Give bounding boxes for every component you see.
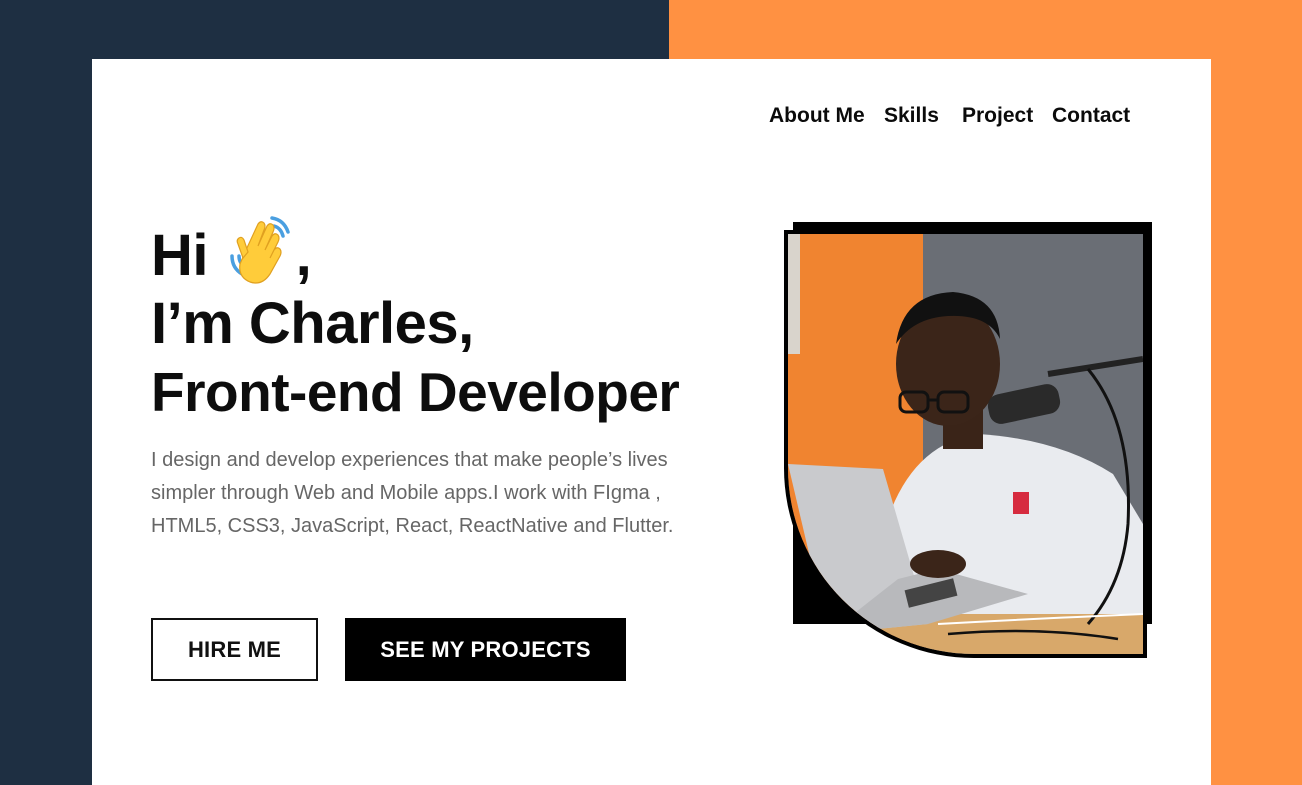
- nav-link-skills[interactable]: Skills: [884, 104, 962, 128]
- hire-me-button[interactable]: HIRE ME: [151, 618, 318, 681]
- nav-link-contact[interactable]: Contact: [1052, 104, 1142, 128]
- role-line: Front-end Developer: [151, 361, 680, 423]
- nav-link-about-me[interactable]: About Me: [769, 104, 884, 128]
- profile-photo: [788, 234, 1143, 654]
- greeting-line: Hi ,: [151, 216, 679, 290]
- top-navigation: About Me Skills Project Contact: [769, 104, 1142, 128]
- waving-hand-icon: [224, 216, 296, 290]
- greeting-comma: ,: [295, 223, 312, 288]
- greeting-text: Hi: [151, 223, 209, 288]
- nav-link-project[interactable]: Project: [962, 104, 1052, 128]
- see-my-projects-button[interactable]: SEE MY PROJECTS: [345, 618, 626, 681]
- intro-description: I design and develop experiences that ma…: [151, 449, 674, 537]
- hero-heading: Hi , I’m Charles, Front-end Developer: [151, 216, 680, 426]
- profile-photo-frame: [784, 230, 1147, 658]
- name-line: I’m Charles,: [151, 291, 474, 356]
